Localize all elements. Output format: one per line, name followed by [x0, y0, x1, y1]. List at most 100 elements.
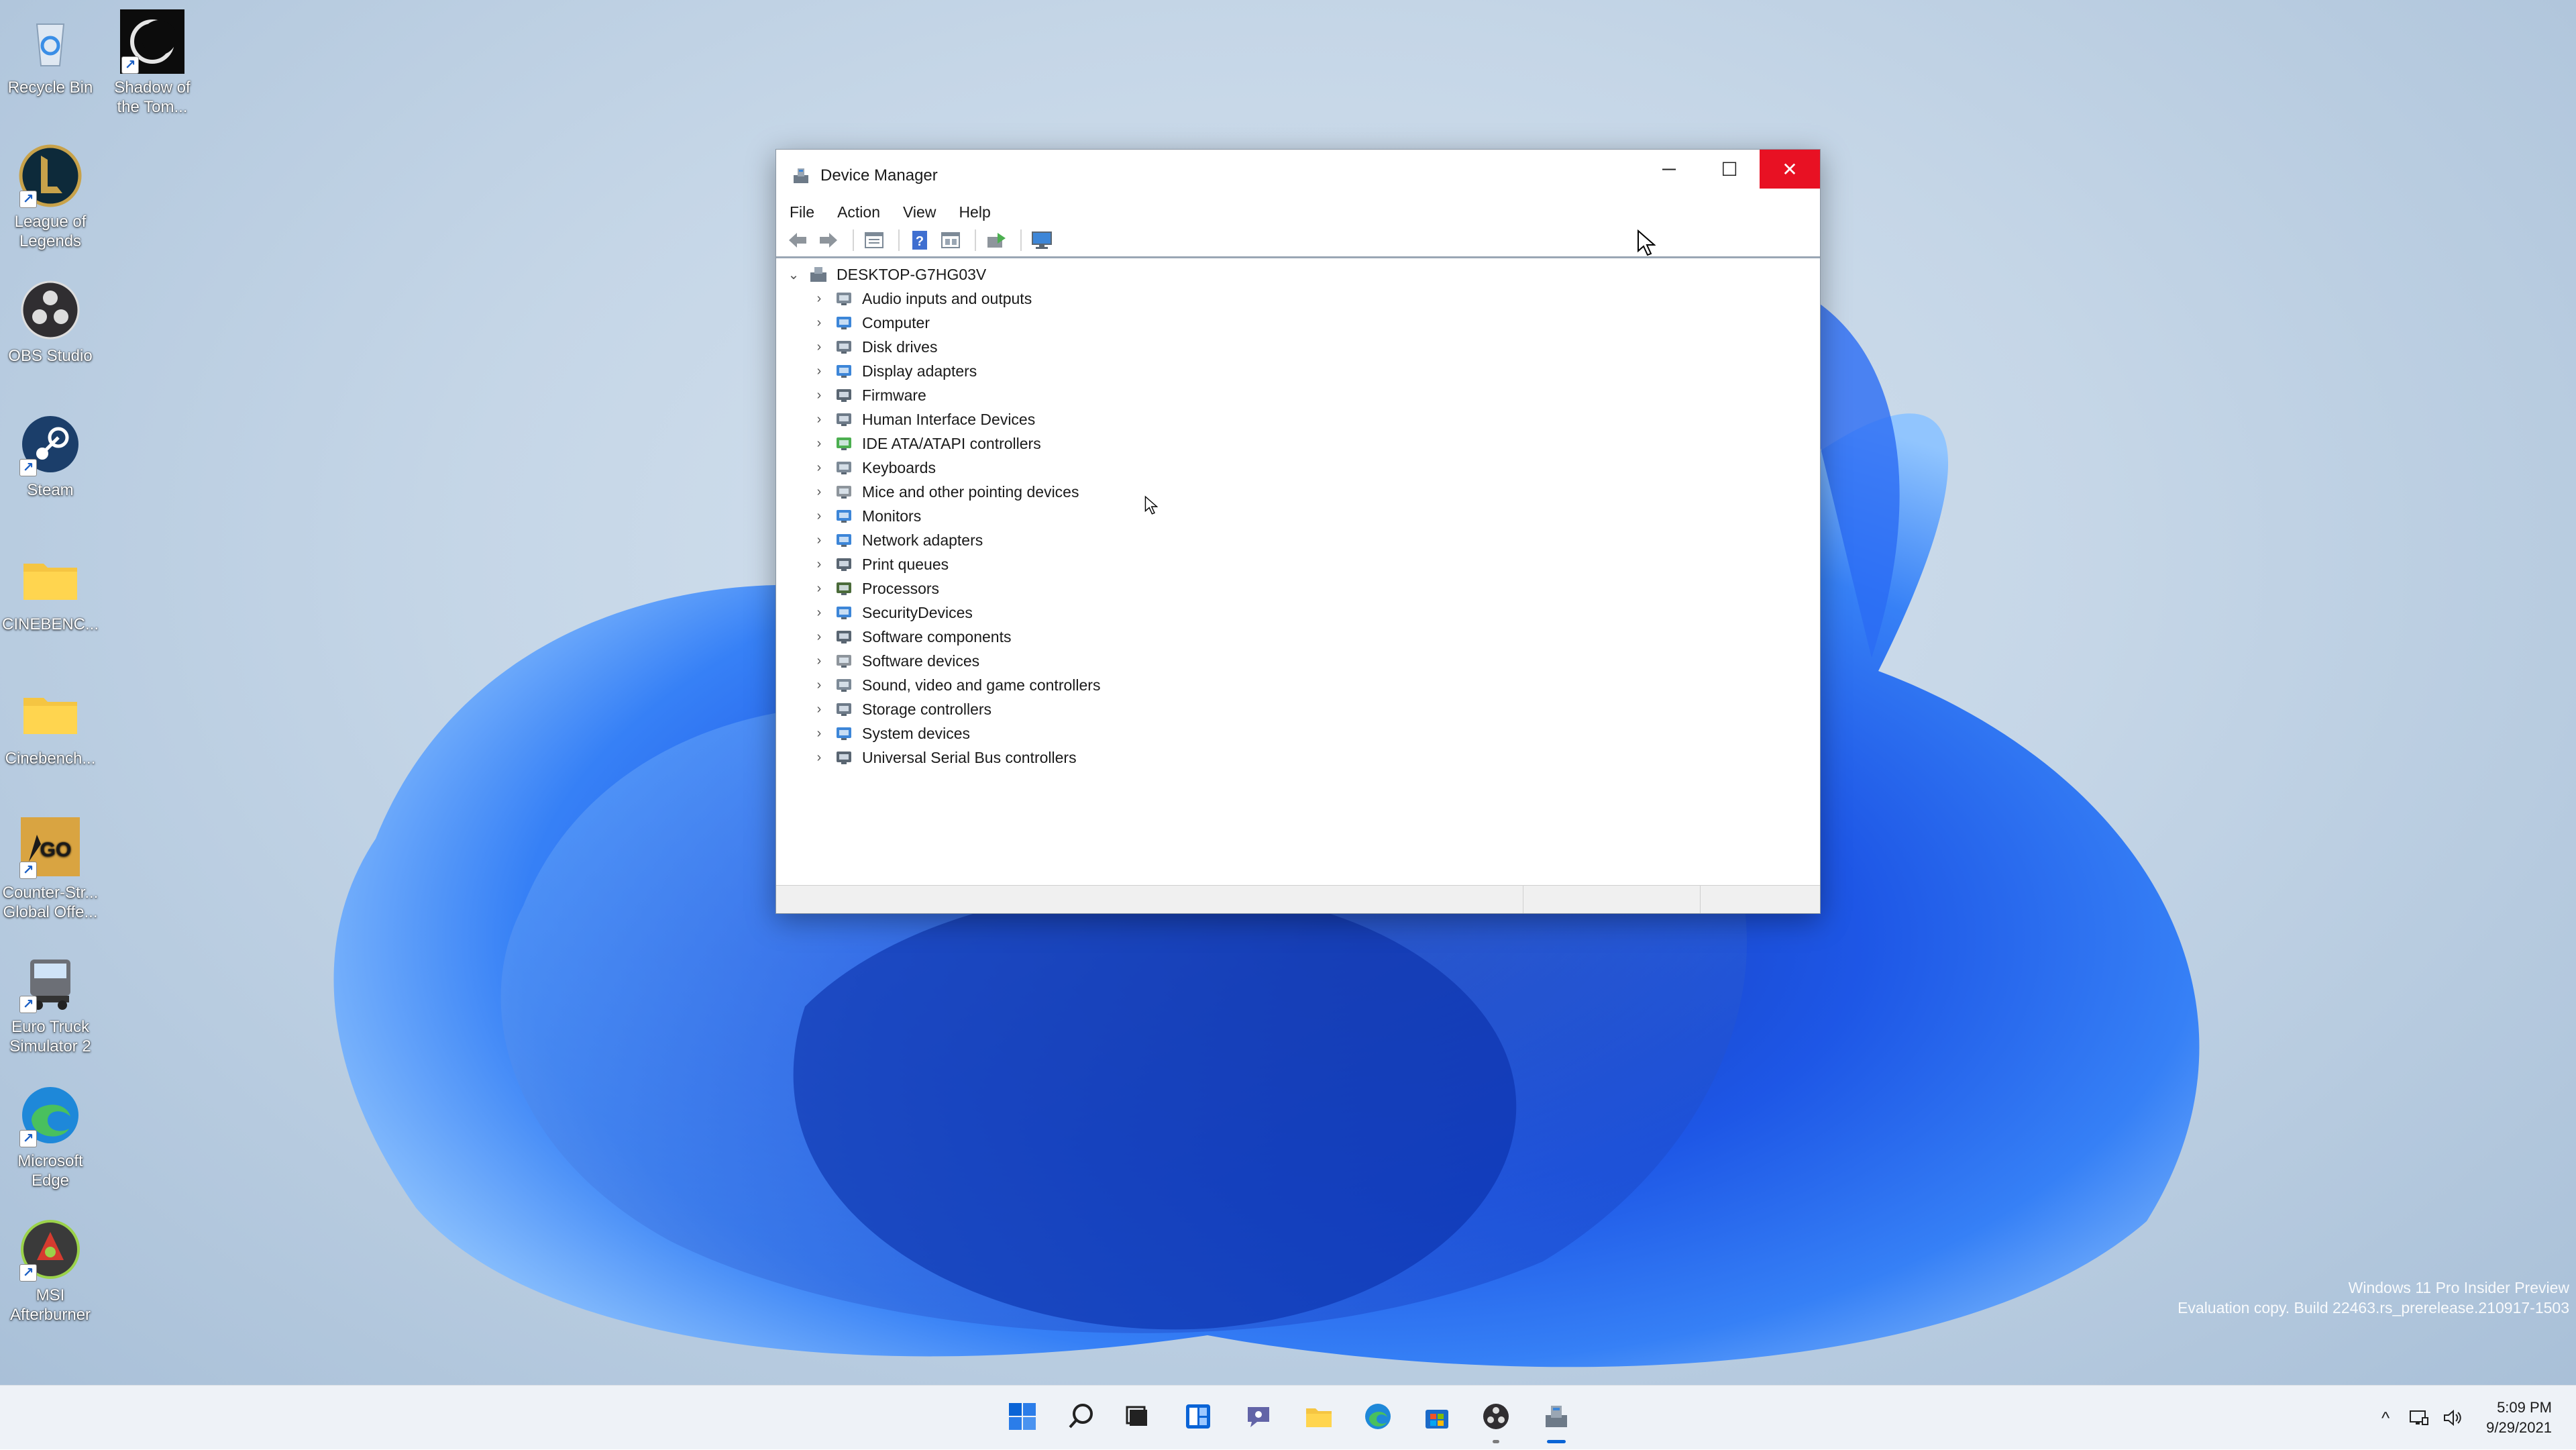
tree-item-display-adapter[interactable]: › Display adapters [776, 359, 1820, 383]
toolbar-separator [975, 229, 976, 251]
taskbar-task-view-button[interactable] [1118, 1398, 1158, 1438]
tree-item-computer[interactable]: › Computer [776, 311, 1820, 335]
device-manager-window[interactable]: Device Manager ─ ☐ ✕ File Action View He… [775, 149, 1821, 914]
tree-item-speaker[interactable]: › Audio inputs and outputs [776, 287, 1820, 311]
obs-icon [1481, 1402, 1511, 1435]
desktop-icon-msi-afterburner[interactable]: ↗ MSI Afterburner [0, 1217, 101, 1325]
chevron-right-icon[interactable]: › [811, 629, 827, 645]
desktop-icon-league-of-legends[interactable]: ↗ League of Legends [0, 144, 101, 251]
properties-button[interactable] [861, 227, 888, 254]
chevron-right-icon[interactable]: › [811, 580, 827, 597]
taskbar-edge-button[interactable] [1358, 1398, 1398, 1438]
tree-item-hid[interactable]: › Human Interface Devices [776, 407, 1820, 431]
title-bar[interactable]: Device Manager ─ ☐ ✕ [776, 150, 1820, 202]
menu-file[interactable]: File [790, 203, 814, 221]
tree-item-system-device[interactable]: › System devices [776, 721, 1820, 745]
chevron-right-icon[interactable]: › [811, 435, 827, 452]
taskbar-chat-button[interactable] [1238, 1398, 1279, 1438]
tree-item-label: Audio inputs and outputs [862, 289, 1032, 307]
menu-view[interactable]: View [903, 203, 936, 221]
tree-item-security-device[interactable]: › SecurityDevices [776, 601, 1820, 625]
league-of-legends-icon: ↗ [18, 144, 83, 208]
taskbar-widgets-button[interactable] [1178, 1398, 1218, 1438]
toolbar: ? [776, 223, 1820, 258]
chevron-down-icon[interactable]: ⌄ [786, 266, 802, 282]
printer-icon [834, 555, 854, 574]
desktop-icon-microsoft-edge[interactable]: ↗ Microsoft Edge [0, 1083, 101, 1190]
menu-help[interactable]: Help [959, 203, 990, 221]
chevron-right-icon[interactable]: › [811, 339, 827, 355]
desktop-icon-shadow-tomb-raider[interactable]: ↗ Shadow of the Tom... [102, 9, 203, 117]
taskbar-file-explorer-button[interactable] [1299, 1398, 1339, 1438]
help-button[interactable]: ? [906, 227, 933, 254]
clock[interactable]: 5:09 PM 9/29/2021 [2486, 1398, 2552, 1438]
chevron-right-icon[interactable]: › [811, 460, 827, 476]
desktop: Recycle Bin ↗ Shadow of the Tom... ↗ Lea… [0, 0, 2576, 1385]
show-hidden-button[interactable] [937, 227, 964, 254]
close-button[interactable]: ✕ [1760, 150, 1820, 189]
taskbar-obs-button[interactable] [1476, 1398, 1516, 1443]
taskbar-start-button[interactable] [1002, 1398, 1042, 1438]
mouse-cursor [1638, 229, 1656, 256]
chevron-right-icon[interactable]: › [811, 291, 827, 307]
taskbar-search-button[interactable] [1061, 1398, 1102, 1438]
minimize-button[interactable]: ─ [1639, 150, 1699, 189]
network-adapter-icon [834, 531, 854, 550]
tree-item-processor[interactable]: › Processors [776, 576, 1820, 601]
desktop-icon-recycle-bin[interactable]: Recycle Bin [0, 9, 101, 97]
tree-item-ide-controller[interactable]: › IDE ATA/ATAPI controllers [776, 431, 1820, 456]
tree-item-printer[interactable]: › Print queues [776, 552, 1820, 576]
chevron-right-icon[interactable]: › [811, 508, 827, 524]
forward-button[interactable] [815, 227, 842, 254]
taskbar-store-button[interactable] [1417, 1398, 1457, 1438]
chevron-right-icon[interactable]: › [811, 701, 827, 717]
chevron-right-icon[interactable]: › [811, 556, 827, 572]
chevron-right-icon[interactable]: › [811, 315, 827, 331]
chevron-right-icon[interactable]: › [811, 749, 827, 766]
chevron-right-icon[interactable]: › [811, 484, 827, 500]
tree-item-keyboard[interactable]: › Keyboards [776, 456, 1820, 480]
back-button[interactable] [784, 227, 811, 254]
tree-item-disk-drive[interactable]: › Disk drives [776, 335, 1820, 359]
desktop-icon-cinebench-folder-1[interactable]: CINEBENC... [0, 546, 101, 634]
toolbar-separator [898, 229, 900, 251]
chevron-right-icon[interactable]: › [811, 532, 827, 548]
update-driver-button[interactable] [983, 227, 1010, 254]
tree-item-software-component[interactable]: › Software components [776, 625, 1820, 649]
desktop-icon-obs-studio[interactable]: OBS Studio [0, 278, 101, 366]
tree-item-label: IDE ATA/ATAPI controllers [862, 434, 1041, 452]
tree-item-network-adapter[interactable]: › Network adapters [776, 528, 1820, 552]
tree-item-mouse[interactable]: › Mice and other pointing devices [776, 480, 1820, 504]
tree-item-usb[interactable]: › Universal Serial Bus controllers [776, 745, 1820, 770]
device-tree[interactable]: ⌄ DESKTOP-G7HG03V › Audio inputs and outp… [776, 258, 1820, 876]
tree-item-label: Software devices [862, 652, 980, 670]
chevron-right-icon[interactable]: › [811, 725, 827, 741]
tree-item-monitor[interactable]: › Monitors [776, 504, 1820, 528]
maximize-button[interactable]: ☐ [1699, 150, 1760, 189]
tree-item-storage-controller[interactable]: › Storage controllers [776, 697, 1820, 721]
taskbar-device-manager-button[interactable] [1536, 1398, 1576, 1443]
status-cell [1701, 886, 1820, 913]
tree-item-firmware[interactable]: › Firmware [776, 383, 1820, 407]
desktop-icon-euro-truck[interactable]: ↗ Euro Truck Simulator 2 [0, 949, 101, 1056]
chevron-right-icon[interactable]: › [811, 605, 827, 621]
volume-icon[interactable] [2439, 1404, 2466, 1431]
chevron-right-icon[interactable]: › [811, 653, 827, 669]
chevron-right-icon[interactable]: › [811, 363, 827, 379]
desktop-icon-cinebench-folder-2[interactable]: Cinebench... [0, 680, 101, 768]
tree-root[interactable]: ⌄ DESKTOP-G7HG03V [776, 262, 1820, 287]
chevron-right-icon[interactable]: › [811, 411, 827, 427]
scan-hardware-button[interactable] [1028, 227, 1055, 254]
network-icon[interactable] [2406, 1404, 2432, 1431]
tree-item-software-device[interactable]: › Software devices [776, 649, 1820, 673]
display-adapter-icon [834, 362, 854, 380]
menu-action[interactable]: Action [837, 203, 880, 221]
tree-item-sound-controller[interactable]: › Sound, video and game controllers [776, 673, 1820, 697]
edge-icon [1363, 1402, 1393, 1435]
chevron-right-icon[interactable]: › [811, 387, 827, 403]
widgets-icon [1183, 1402, 1213, 1435]
chevron-up-icon[interactable]: ^ [2372, 1404, 2399, 1431]
desktop-icon-steam[interactable]: ↗ Steam [0, 412, 101, 500]
chevron-right-icon[interactable]: › [811, 677, 827, 693]
desktop-icon-csgo[interactable]: GO ↗ Counter-Str... Global Offe... [0, 815, 101, 922]
